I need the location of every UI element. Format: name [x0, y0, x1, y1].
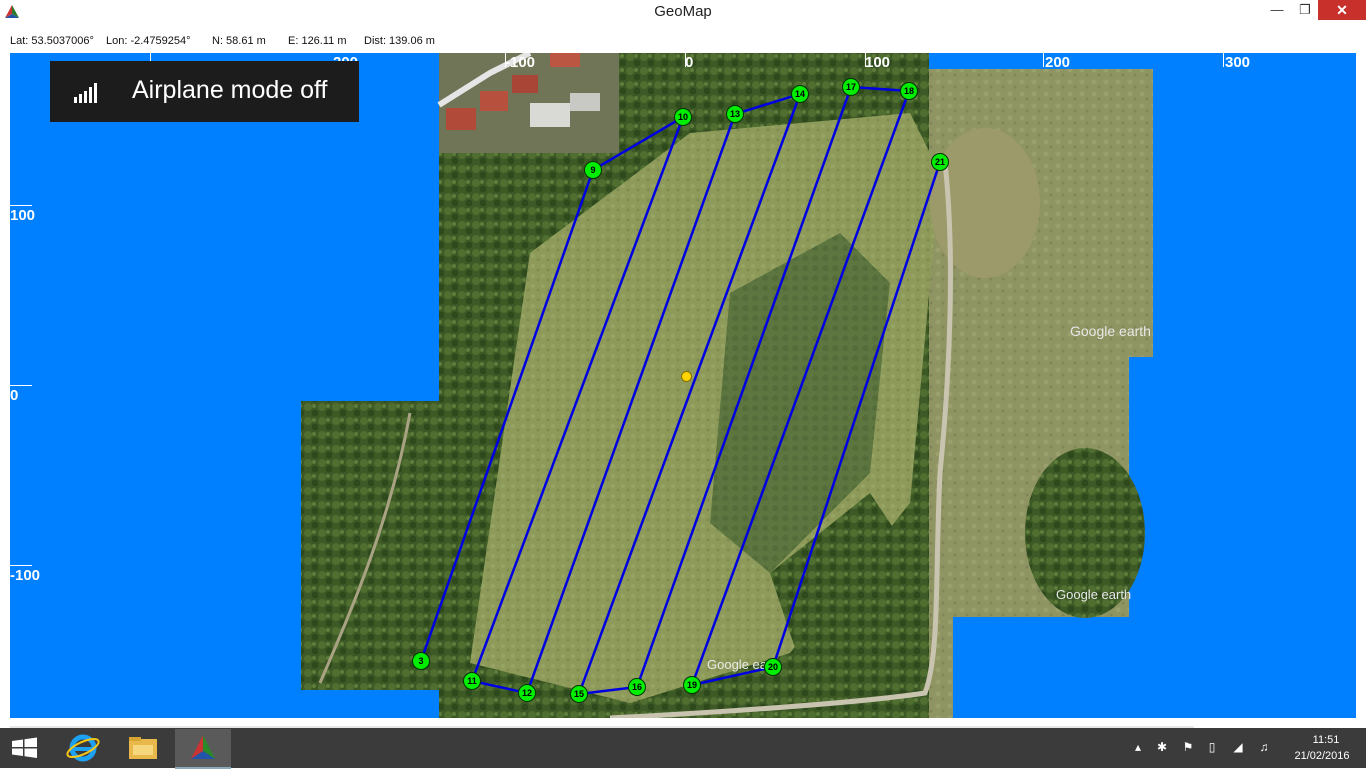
battery-icon[interactable]: ▯ [1204, 740, 1220, 756]
clock-time[interactable]: 11:51 [1296, 734, 1356, 746]
waypoint-10[interactable]: 10 [674, 108, 692, 126]
title-bar: GeoMap — ❐ ✕ [0, 0, 1366, 24]
network-signal-icon[interactable]: ◢ [1230, 740, 1246, 756]
geomap-taskbar-button[interactable] [175, 729, 231, 769]
coordinate-status-bar: Lat: 53.5037006° Lon: -2.4759254° N: 58.… [0, 30, 1366, 50]
y-axis-tick [10, 565, 32, 566]
waypoint-21[interactable]: 21 [931, 153, 949, 171]
waypoint-20[interactable]: 20 [764, 658, 782, 676]
close-button[interactable]: ✕ [1318, 0, 1366, 20]
google-earth-watermark: Google earth [1070, 323, 1151, 339]
y-axis-tick [10, 205, 32, 206]
y-axis-label: 100 [10, 207, 36, 224]
x-axis-label: 200 [1045, 54, 1071, 71]
windows-start-icon[interactable] [0, 728, 50, 768]
volume-icon[interactable]: ♫ [1256, 740, 1272, 756]
waypoint-12[interactable]: 12 [518, 684, 536, 702]
distance-readout: Dist: 139.06 m [364, 35, 435, 47]
east-readout: E: 126.11 m [288, 35, 347, 47]
minimize-button[interactable]: — [1262, 0, 1292, 20]
waypoint-11[interactable]: 11 [463, 672, 481, 690]
latitude-readout: Lat: 53.5037006° [10, 35, 94, 47]
waypoint-18[interactable]: 18 [900, 82, 918, 100]
waypoint-17[interactable]: 17 [842, 78, 860, 96]
waypoint-16[interactable]: 16 [628, 678, 646, 696]
north-readout: N: 58.61 m [212, 35, 266, 47]
file-explorer-taskbar-button[interactable] [115, 729, 171, 767]
home-position-marker[interactable] [681, 371, 692, 382]
waypoint-3[interactable]: 3 [412, 652, 430, 670]
waypoint-15[interactable]: 15 [570, 685, 588, 703]
show-hidden-icons-icon[interactable]: ▴ [1130, 740, 1146, 756]
longitude-readout: Lon: -2.4759254° [106, 35, 191, 47]
maximize-button[interactable]: ❐ [1290, 0, 1320, 20]
folder-icon [129, 737, 157, 759]
action-center-flag-icon[interactable]: ⚑ [1180, 740, 1196, 756]
bluetooth-icon[interactable]: ✱ [1154, 740, 1170, 756]
x-axis-tick [1043, 53, 1044, 67]
y-axis-label: -100 [10, 567, 41, 584]
waypoint-13[interactable]: 13 [726, 105, 744, 123]
waypoint-14[interactable]: 14 [791, 85, 809, 103]
waypoint-9[interactable]: 9 [584, 161, 602, 179]
x-axis-label: 100 [865, 54, 891, 71]
y-axis-tick [10, 385, 32, 386]
window-title: GeoMap [654, 3, 712, 20]
signal-bars-icon [74, 83, 97, 103]
x-axis-tick [1223, 53, 1224, 67]
x-axis-label: 0 [685, 54, 694, 71]
internet-explorer-icon [66, 734, 100, 762]
map-canvas[interactable]: -200 -100 0 100 200 300 100 0 -100 Googl… [10, 53, 1356, 718]
toast-message: Airplane mode off [132, 76, 328, 104]
windows-taskbar: ▴ ✱ ⚑ ▯ ◢ ♫ 11:51 21/02/2016 [0, 728, 1366, 769]
x-axis-label: 300 [1225, 54, 1251, 71]
map-imagery [301, 53, 1153, 718]
google-earth-watermark: Google earth [1056, 587, 1132, 602]
internet-explorer-taskbar-button[interactable] [55, 729, 111, 767]
clock-date[interactable]: 21/02/2016 [1286, 750, 1358, 762]
y-axis-label: 0 [10, 387, 19, 404]
geomap-icon [191, 735, 215, 759]
x-axis-label: -100 [505, 54, 536, 71]
airplane-mode-toast: Airplane mode off [50, 61, 359, 122]
waypoint-19[interactable]: 19 [683, 676, 701, 694]
